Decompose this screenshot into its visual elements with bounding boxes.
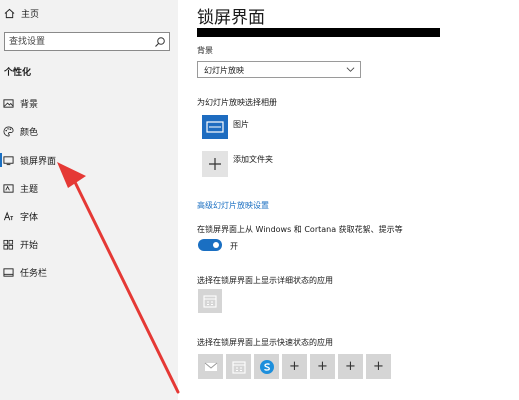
lock-screen-settings-panel: 锁屏界面 背景 幻灯片放映 为幻灯片放映选择相册 图片 添加文件夹 高级幻灯片放…	[178, 0, 519, 400]
quick-status-add-slot[interactable]: +	[338, 354, 363, 379]
home-icon	[4, 8, 15, 19]
home-label: 主页	[21, 10, 40, 20]
sidebar-item-lock-screen[interactable]: 锁屏界面	[3, 153, 56, 167]
sidebar-item-start[interactable]: 开始	[3, 237, 38, 251]
album-prompt: 为幻灯片放映选择相册	[197, 98, 277, 107]
advanced-slideshow-settings-link[interactable]: 高级幻灯片放映设置	[197, 200, 269, 211]
picture-icon	[3, 98, 14, 108]
plus-icon: +	[373, 359, 384, 374]
quick-status-label: 选择在锁屏界面上显示快速状态的应用	[197, 338, 333, 347]
detailed-status-label: 选择在锁屏界面上显示详细状态的应用	[197, 276, 333, 285]
quick-status-app-mail[interactable]	[198, 354, 223, 379]
plus-icon: +	[317, 359, 328, 374]
picture-icon	[206, 121, 224, 133]
fun-facts-label: 在锁屏界面上从 Windows 和 Cortana 获取花絮、提示等	[197, 225, 403, 234]
taskbar-icon	[3, 267, 14, 277]
add-folder-label[interactable]: 添加文件夹	[233, 154, 273, 165]
sidebar-item-themes[interactable]: 主题	[3, 181, 38, 195]
redaction-bar	[197, 28, 440, 37]
plus-icon: +	[289, 359, 300, 374]
sidebar-item-label: 背景	[20, 99, 39, 110]
quick-status-add-slot[interactable]: +	[282, 354, 307, 379]
toggle-knob	[213, 242, 219, 248]
sidebar-item-colors[interactable]: 颜色	[3, 124, 38, 138]
skype-icon	[259, 359, 274, 374]
start-icon	[3, 239, 14, 249]
calendar-icon	[231, 360, 246, 374]
plus-icon: +	[345, 359, 356, 374]
lock-screen-icon	[3, 155, 14, 165]
background-dropdown[interactable]: 幻灯片放映	[197, 61, 361, 78]
theme-icon	[3, 183, 14, 193]
palette-icon	[3, 126, 14, 136]
sidebar-item-label: 主题	[20, 184, 39, 195]
settings-search-box[interactable]	[4, 32, 170, 51]
quick-status-add-slot[interactable]: +	[366, 354, 391, 379]
search-input[interactable]	[5, 33, 149, 50]
sidebar-item-label: 颜色	[20, 127, 39, 138]
fun-facts-toggle[interactable]	[198, 239, 222, 251]
background-dropdown-value: 幻灯片放映	[204, 66, 244, 75]
font-icon	[3, 211, 14, 220]
calendar-icon	[203, 295, 217, 308]
settings-sidebar: 主页 个性化 背景 颜色 锁屏界面	[0, 0, 178, 400]
section-title-personalization: 个性化	[4, 68, 32, 78]
sidebar-item-taskbar[interactable]: 任务栏	[3, 265, 47, 279]
quick-status-app-calendar[interactable]	[226, 354, 251, 379]
home-nav-item[interactable]: 主页	[4, 7, 39, 20]
quick-status-app-skype[interactable]	[254, 354, 279, 379]
background-label: 背景	[197, 46, 213, 55]
sidebar-item-label: 锁屏界面	[20, 156, 57, 167]
album-name: 图片	[233, 120, 249, 129]
album-tile[interactable]	[202, 115, 228, 139]
page-title: 锁屏界面	[197, 8, 265, 28]
sidebar-item-background[interactable]: 背景	[3, 96, 38, 110]
active-indicator	[0, 153, 2, 167]
chevron-down-icon	[346, 67, 355, 72]
mail-icon	[204, 362, 217, 371]
sidebar-item-label: 字体	[20, 212, 39, 223]
add-folder-button[interactable]	[202, 151, 228, 177]
sidebar-item-label: 任务栏	[20, 268, 48, 279]
sidebar-item-label: 开始	[20, 240, 39, 251]
toggle-state-label: 开	[230, 242, 238, 251]
sidebar-item-fonts[interactable]: 字体	[3, 209, 38, 223]
search-icon[interactable]	[154, 36, 166, 48]
detailed-status-app-calendar[interactable]	[198, 289, 222, 313]
quick-status-add-slot[interactable]: +	[310, 354, 335, 379]
plus-icon	[209, 158, 221, 170]
